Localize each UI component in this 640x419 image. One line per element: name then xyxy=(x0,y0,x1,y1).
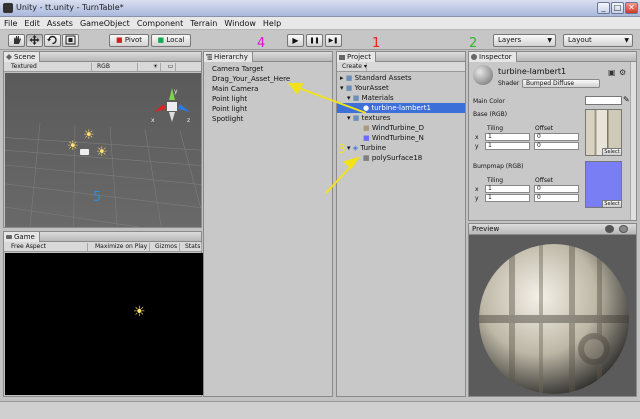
annotation-arrows xyxy=(287,83,367,194)
unity-editor-window: Unity - tt.unity - TurnTable* _ □ ✕ File… xyxy=(0,0,640,419)
status-bar xyxy=(0,401,640,419)
